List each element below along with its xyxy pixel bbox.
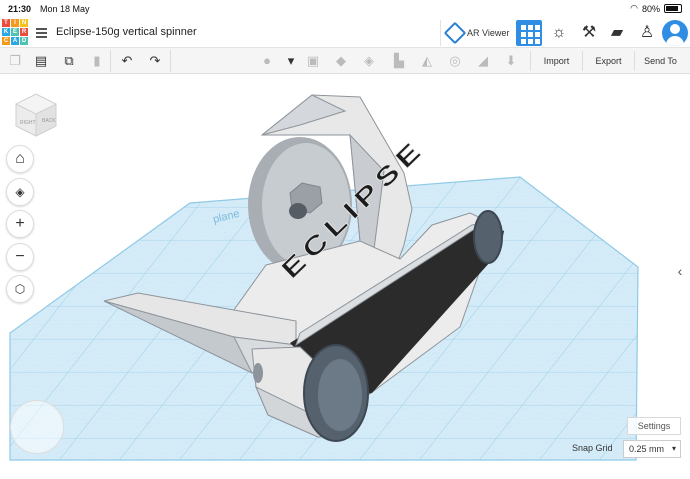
view-cube-side: BACK bbox=[42, 118, 56, 124]
status-time: 21:30 bbox=[8, 4, 32, 14]
undo-icon[interactable]: ↶ bbox=[118, 52, 136, 70]
import-button[interactable]: Import bbox=[530, 51, 582, 71]
avatar[interactable] bbox=[662, 20, 688, 46]
send-to-button[interactable]: Send To bbox=[634, 51, 686, 71]
home-icon[interactable]: ⌂ bbox=[6, 145, 34, 173]
chevron-left-icon[interactable]: ‹ bbox=[672, 260, 688, 282]
ungroup-icon[interactable]: ◈ bbox=[360, 52, 378, 70]
zoom-out-icon[interactable]: − bbox=[6, 243, 34, 271]
add-user-icon[interactable]: ♙ bbox=[636, 22, 658, 44]
status-bar: 21:30 Mon 18 May ◠ 80% bbox=[0, 0, 690, 18]
scene-canvas: plane ECLIPSE bbox=[9, 94, 639, 461]
chevron-down-icon[interactable]: ▾ bbox=[282, 52, 300, 70]
align-icon[interactable]: ▙ bbox=[390, 52, 408, 70]
pickaxe-icon[interactable]: ⚒ bbox=[578, 22, 600, 44]
export-button[interactable]: Export bbox=[582, 51, 634, 71]
logo-letter: C bbox=[2, 37, 10, 45]
bulb-icon[interactable]: ● bbox=[258, 52, 276, 70]
battery-icon bbox=[664, 4, 682, 13]
status-date: Mon 18 May bbox=[40, 4, 90, 14]
logo-letter: K bbox=[2, 28, 10, 36]
drop-icon[interactable]: ⬇ bbox=[502, 52, 520, 70]
tinkercad-logo[interactable]: T I N K E R C A D bbox=[2, 19, 28, 47]
status-right: ◠ 80% bbox=[630, 3, 682, 14]
bricks-icon[interactable]: ▰ bbox=[606, 22, 628, 44]
logo-letter: N bbox=[20, 19, 28, 27]
snap-grid-label: Snap Grid bbox=[572, 443, 613, 453]
ar-viewer-icon bbox=[443, 21, 467, 45]
grid-view-icon[interactable] bbox=[516, 20, 542, 46]
redo-icon[interactable]: ↷ bbox=[146, 52, 164, 70]
design-title[interactable]: Eclipse-150g vertical spinner bbox=[56, 26, 197, 38]
group-icon[interactable]: ◆ bbox=[332, 52, 350, 70]
trash-icon[interactable]: ▮ bbox=[88, 52, 106, 70]
top-bar: T I N K E R C A D Eclipse-150g vertical … bbox=[0, 18, 690, 48]
ruler-icon[interactable]: ◢ bbox=[474, 52, 492, 70]
wifi-icon: ◠ bbox=[630, 3, 638, 13]
workplane-icon[interactable]: ◎ bbox=[446, 52, 464, 70]
copy-icon[interactable]: ❐ bbox=[6, 52, 24, 70]
perspective-icon[interactable]: ⬡ bbox=[6, 275, 34, 303]
settings-button[interactable]: Settings bbox=[627, 417, 681, 435]
view-cube-front: RIGHT bbox=[20, 120, 36, 126]
view-cube[interactable]: RIGHT BACK bbox=[12, 92, 60, 140]
orbit-joystick[interactable] bbox=[10, 400, 64, 454]
toolbar-divider bbox=[170, 50, 171, 72]
zoom-in-icon[interactable]: + bbox=[6, 210, 34, 238]
duplicate-icon[interactable]: ⧉ bbox=[60, 52, 78, 70]
logo-letter: R bbox=[20, 28, 28, 36]
ar-viewer-label: AR Viewer bbox=[467, 28, 510, 38]
battery-percent: 80% bbox=[641, 3, 660, 14]
fit-view-icon[interactable]: ◈ bbox=[6, 178, 34, 206]
menu-icon[interactable] bbox=[36, 28, 47, 38]
snap-grid-value: 0.25 mm bbox=[629, 444, 665, 454]
logo-letter: E bbox=[11, 28, 19, 36]
ar-viewer-button[interactable]: AR Viewer bbox=[440, 20, 512, 46]
mirror-icon[interactable]: ◭ bbox=[418, 52, 436, 70]
logo-letter: I bbox=[11, 19, 19, 27]
workplane-viewport[interactable]: plane ECLIPSE RIGHT BACK ⌂ ◈ + − ⬡ ‹ Set… bbox=[0, 75, 690, 479]
shape-icon[interactable]: ▣ bbox=[304, 52, 322, 70]
edit-toolbar: ❐ ▤ ⧉ ▮ ↶ ↷ ● ▾ ▣ ◆ ◈ ▙ ◭ ◎ ◢ ⬇ Import E… bbox=[0, 48, 690, 74]
toolbar-divider bbox=[110, 50, 111, 72]
logo-letter: A bbox=[11, 37, 19, 45]
snap-grid-select[interactable]: 0.25 mm bbox=[623, 440, 681, 458]
logo-letter: T bbox=[2, 19, 10, 27]
paste-icon[interactable]: ▤ bbox=[32, 52, 50, 70]
logo-letter: D bbox=[20, 37, 28, 45]
blocks-icon[interactable]: ☼ bbox=[548, 22, 570, 44]
